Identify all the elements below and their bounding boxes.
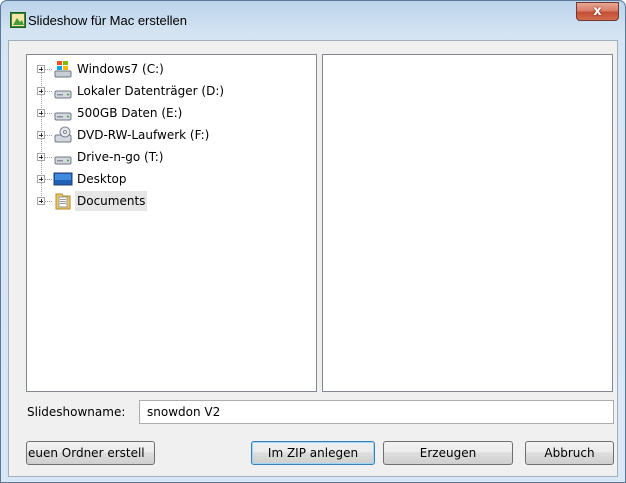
slideshow-name-input[interactable]: snowdon V2: [139, 400, 614, 424]
expand-icon[interactable]: [37, 153, 45, 161]
folder-tree[interactable]: Windows7 (C:) Lokaler Datenträger (D:) 5…: [26, 54, 317, 392]
expand-icon[interactable]: [37, 197, 45, 205]
tree-item-label: Documents: [75, 191, 148, 211]
documents-folder-icon: [55, 193, 71, 210]
dialog-window: Slideshow für Mac erstellen x Windows7 (…: [0, 0, 626, 483]
app-icon: [10, 12, 26, 28]
tree-item-label: DVD-RW-Laufwerk (F:): [77, 128, 210, 142]
hard-drive-icon: [54, 156, 72, 165]
tree-item-label: Lokaler Datenträger (D:): [77, 84, 225, 98]
create-button[interactable]: Erzeugen: [383, 441, 513, 465]
new-folder-button[interactable]: euen Ordner erstell: [26, 441, 155, 465]
slideshow-name-label: Slideshowname:: [27, 405, 126, 419]
desktop-icon: [53, 172, 73, 186]
windows-drive-icon: [54, 61, 72, 78]
tree-item-label: 500GB Daten (E:): [77, 106, 183, 120]
tree-item-label: Desktop: [77, 172, 127, 186]
hard-drive-icon: [54, 112, 72, 121]
dvd-drive-icon: [54, 126, 72, 143]
window-title: Slideshow für Mac erstellen: [28, 13, 187, 28]
close-icon: x: [593, 4, 602, 19]
expand-icon[interactable]: [37, 109, 45, 117]
expand-icon[interactable]: [37, 175, 45, 183]
file-list-panel[interactable]: [322, 54, 613, 392]
hard-drive-icon: [54, 90, 72, 99]
dialog-client-area: Windows7 (C:) Lokaler Datenträger (D:) 5…: [8, 40, 618, 477]
expand-icon[interactable]: [37, 131, 45, 139]
zip-button[interactable]: Im ZIP anlegen: [251, 441, 375, 465]
expand-icon[interactable]: [37, 87, 45, 95]
cancel-button[interactable]: Abbruch: [525, 441, 614, 465]
tree-item-label: Windows7 (C:): [77, 62, 164, 76]
close-button[interactable]: x: [576, 2, 619, 21]
tree-item-label: Drive-n-go (T:): [77, 150, 164, 164]
expand-icon[interactable]: [37, 65, 45, 73]
